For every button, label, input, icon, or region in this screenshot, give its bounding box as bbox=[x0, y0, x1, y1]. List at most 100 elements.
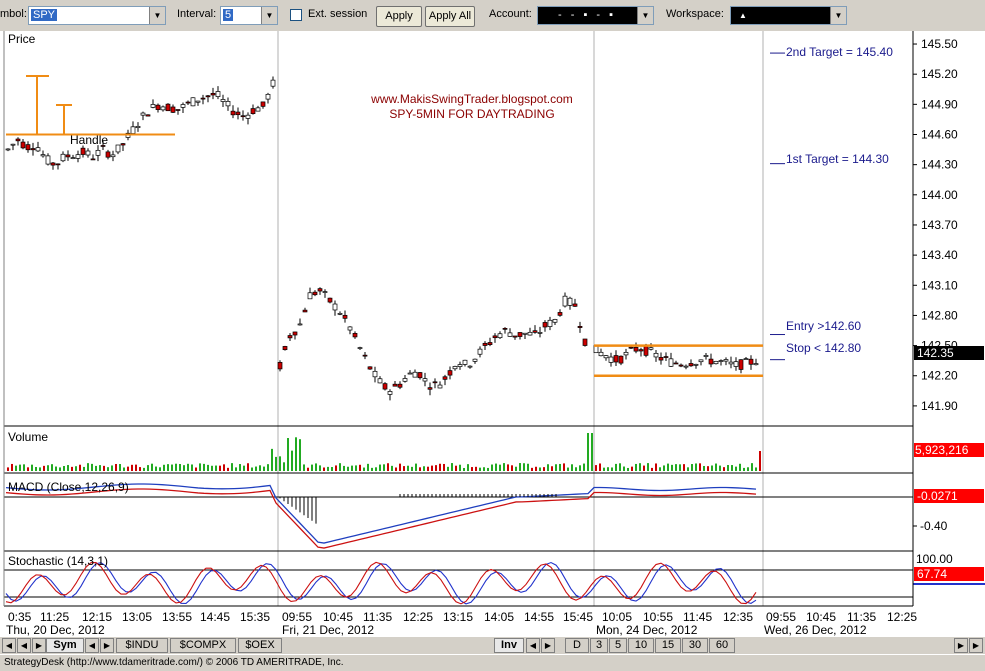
tab-inv[interactable]: Inv bbox=[494, 638, 524, 653]
volume-bar bbox=[707, 466, 709, 471]
interval-value: 5 bbox=[223, 9, 234, 21]
candle-body bbox=[120, 143, 126, 146]
tab-indu[interactable]: $INDU bbox=[116, 638, 168, 653]
chevron-left-icon[interactable]: ◀ bbox=[85, 638, 99, 653]
account-combo[interactable]: - - ▪ - ▪ ▼ bbox=[537, 6, 654, 25]
volume-bar bbox=[503, 463, 505, 471]
volume-bar bbox=[347, 466, 349, 471]
interval-combo[interactable]: 5 ▼ bbox=[220, 6, 278, 25]
tab-interval-30[interactable]: 30 bbox=[682, 638, 708, 653]
chevron-down-icon[interactable]: ▼ bbox=[149, 7, 165, 24]
volume-bar bbox=[159, 467, 161, 471]
tab-oex[interactable]: $OEX bbox=[238, 638, 282, 653]
candle-body bbox=[718, 360, 724, 362]
y-tick-label: 143.10 bbox=[921, 278, 958, 292]
chevron-left-icon[interactable]: ◀ bbox=[17, 638, 31, 653]
candle-body bbox=[728, 361, 734, 365]
tab-interval-5[interactable]: 5 bbox=[609, 638, 627, 653]
candle-body bbox=[723, 359, 729, 362]
volume-bar bbox=[719, 465, 721, 471]
volume-bar bbox=[407, 465, 409, 471]
symbol-combo[interactable]: SPY ▼ bbox=[28, 6, 166, 25]
candle-body bbox=[245, 114, 251, 119]
bottom-tab-bar: ◀ ◀ ▶ Sym ◀ ▶ $INDU $COMPX $OEX Inv ◀ ▶ … bbox=[0, 637, 985, 654]
chevron-right-icon[interactable]: ▶ bbox=[541, 638, 555, 653]
volume-bar bbox=[575, 467, 577, 471]
volume-bar bbox=[527, 463, 529, 471]
volume-bar bbox=[227, 467, 229, 471]
ext-session-checkbox[interactable] bbox=[290, 9, 302, 21]
apply-button[interactable]: Apply bbox=[376, 6, 422, 27]
y-tick-label: 141.90 bbox=[921, 399, 958, 413]
symbol-label: mbol: bbox=[0, 8, 27, 20]
entry-label: Entry >142.60 bbox=[786, 319, 861, 333]
candle-body bbox=[668, 358, 674, 367]
volume-bar bbox=[751, 463, 753, 471]
candle-body bbox=[512, 335, 518, 338]
volume-bar bbox=[691, 464, 693, 471]
candle-body bbox=[372, 370, 378, 378]
candle-body bbox=[442, 376, 448, 380]
candle-body bbox=[5, 148, 11, 151]
volume-bar bbox=[259, 465, 261, 471]
volume-bar bbox=[511, 465, 513, 471]
volume-bar bbox=[287, 438, 289, 471]
candle-body bbox=[160, 106, 166, 111]
volume-bar bbox=[211, 465, 213, 471]
chevron-right-icon[interactable]: ▶ bbox=[954, 638, 968, 653]
candle-body bbox=[155, 104, 161, 110]
tab-interval-15[interactable]: 15 bbox=[655, 638, 681, 653]
candle-body bbox=[562, 295, 568, 307]
volume-bar bbox=[747, 467, 749, 471]
candle-body bbox=[90, 158, 96, 161]
time-tick-label: 10:45 bbox=[806, 610, 836, 624]
workspace-combo[interactable]: ▲ ▼ bbox=[730, 6, 847, 25]
tab-interval-d[interactable]: D bbox=[565, 638, 589, 653]
volume-bar bbox=[431, 465, 433, 471]
volume-bar bbox=[279, 456, 281, 471]
candle-body bbox=[130, 126, 136, 134]
candle-body bbox=[170, 106, 176, 113]
chevron-left-icon[interactable]: ◀ bbox=[526, 638, 540, 653]
chevron-down-icon[interactable]: ▼ bbox=[830, 7, 846, 24]
tab-compx[interactable]: $COMPX bbox=[170, 638, 236, 653]
last-page-icon[interactable]: ▶ bbox=[969, 638, 983, 653]
candle-body bbox=[115, 144, 121, 153]
stochastic-panel-title: Stochastic (14,3,1) bbox=[8, 554, 108, 568]
time-tick-label: 11:35 bbox=[363, 610, 392, 624]
volume-bar bbox=[331, 467, 333, 471]
volume-bar bbox=[35, 466, 37, 471]
tab-interval-3[interactable]: 3 bbox=[590, 638, 608, 653]
y-tick-label: 145.50 bbox=[921, 37, 958, 51]
candle-body bbox=[547, 319, 553, 327]
date-label-3: Mon, 24 Dec, 2012 bbox=[596, 623, 698, 637]
chevron-down-icon[interactable]: ▼ bbox=[261, 7, 277, 24]
volume-bar bbox=[215, 465, 217, 471]
candle-body bbox=[25, 144, 31, 151]
tab-sym[interactable]: Sym bbox=[46, 638, 84, 653]
volume-bar bbox=[335, 465, 337, 471]
candle-body bbox=[628, 346, 634, 349]
volume-bar bbox=[755, 467, 757, 471]
volume-bar bbox=[507, 464, 509, 471]
volume-bar bbox=[659, 467, 661, 471]
volume-bar bbox=[583, 463, 585, 471]
candle-body bbox=[507, 332, 513, 337]
candle-body bbox=[688, 363, 694, 367]
tab-interval-60[interactable]: 60 bbox=[709, 638, 735, 653]
apply-all-button[interactable]: Apply All bbox=[425, 6, 475, 27]
candle-body bbox=[708, 358, 714, 365]
volume-bar bbox=[611, 467, 613, 471]
tab-interval-10[interactable]: 10 bbox=[628, 638, 654, 653]
candle-body bbox=[572, 303, 578, 307]
candle-body bbox=[110, 154, 116, 158]
first-page-icon[interactable]: ◀ bbox=[2, 638, 16, 653]
chevron-right-icon[interactable]: ▶ bbox=[100, 638, 114, 653]
candle-body bbox=[80, 147, 86, 155]
chevron-right-icon[interactable]: ▶ bbox=[32, 638, 46, 653]
chevron-down-icon[interactable]: ▼ bbox=[637, 7, 653, 24]
candle-body bbox=[150, 104, 156, 108]
volume-bar bbox=[419, 467, 421, 471]
volume-bar bbox=[203, 463, 205, 471]
volume-bar bbox=[115, 463, 117, 471]
